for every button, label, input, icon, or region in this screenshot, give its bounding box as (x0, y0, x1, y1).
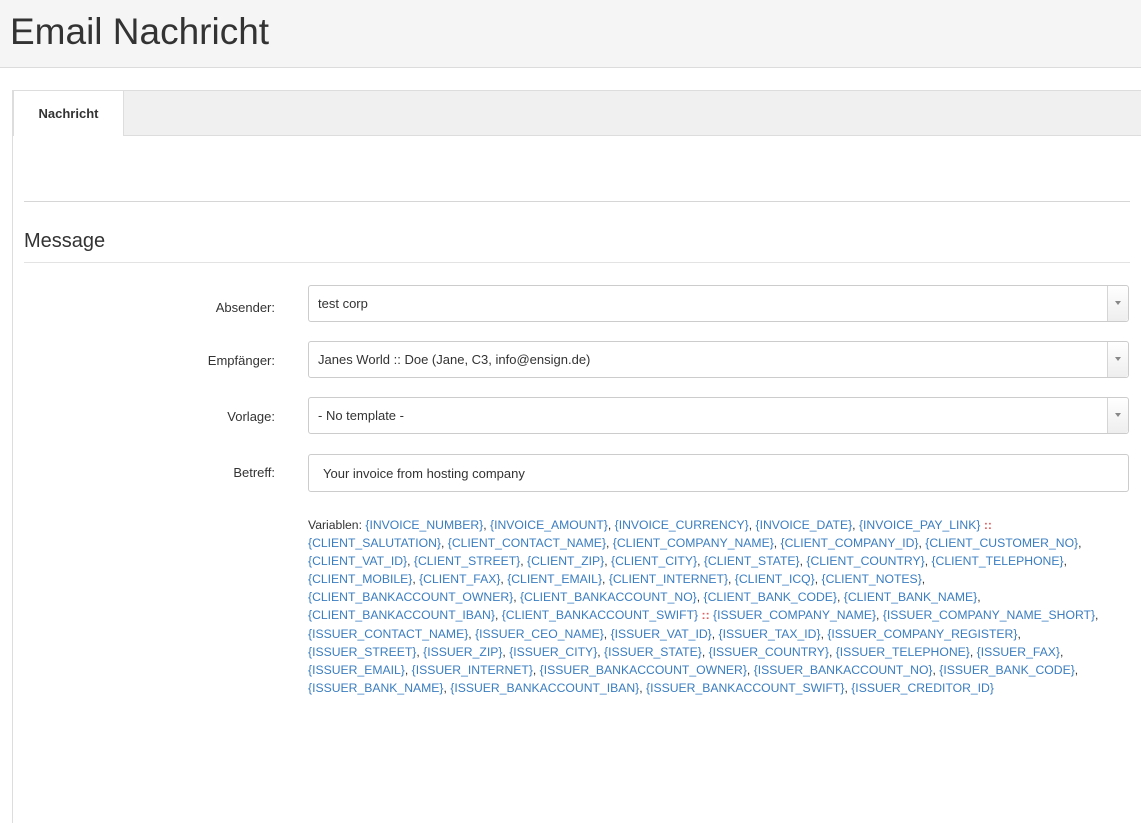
sender-dropdown-arrow[interactable] (1107, 286, 1128, 321)
variable-group-separator: :: (983, 518, 992, 532)
template-select-value: - No template - (318, 408, 404, 423)
variable-group-separator: :: (701, 608, 710, 623)
recipient-dropdown-arrow[interactable] (1107, 342, 1128, 377)
variable-token[interactable]: {ISSUER_CITY} (509, 645, 597, 659)
page-header: Email Nachricht (0, 0, 1141, 68)
variable-token[interactable]: {ISSUER_BANK_CODE} (939, 663, 1074, 677)
variable-token[interactable]: {ISSUER_STREET} (308, 645, 416, 659)
variable-token[interactable]: {ISSUER_CREDITOR_ID} (851, 681, 994, 695)
variable-token[interactable]: {ISSUER_COMPANY_REGISTER} (827, 627, 1017, 641)
variable-token[interactable]: {CLIENT_STATE} (704, 554, 800, 568)
variable-token[interactable]: {CLIENT_INTERNET} (609, 572, 728, 586)
variable-token[interactable]: {ISSUER_INTERNET} (412, 663, 533, 677)
variable-token[interactable]: {CLIENT_BANKACCOUNT_NO} (520, 590, 697, 604)
sender-select[interactable]: test corp (308, 285, 1129, 322)
section-divider (24, 262, 1130, 263)
recipient-select[interactable]: Janes World :: Doe (Jane, C3, info@ensig… (308, 341, 1129, 378)
variable-token[interactable]: {CLIENT_BANK_CODE} (704, 590, 837, 604)
variable-token[interactable]: {ISSUER_BANKACCOUNT_OWNER} (540, 663, 747, 677)
variable-token[interactable]: {CLIENT_TELEPHONE} (931, 554, 1063, 568)
sender-select-value: test corp (318, 296, 368, 311)
sender-label: Absender: (215, 300, 275, 315)
variable-token[interactable]: {ISSUER_COMPANY_NAME_SHORT} (883, 608, 1095, 622)
variable-token[interactable]: {ISSUER_EMAIL} (308, 663, 405, 677)
variable-token[interactable]: {ISSUER_BANKACCOUNT_NO} (754, 663, 933, 677)
subject-input[interactable] (308, 454, 1129, 492)
variables-label: Variablen: (308, 518, 366, 532)
variable-token[interactable]: {CLIENT_SALUTATION} (308, 536, 441, 550)
variable-token[interactable]: {INVOICE_DATE} (756, 518, 853, 532)
variable-token[interactable]: {INVOICE_PAY_LINK} (859, 518, 980, 532)
variable-token[interactable]: {CLIENT_FAX} (419, 572, 500, 586)
variable-token[interactable]: {INVOICE_AMOUNT} (490, 518, 608, 532)
variable-token[interactable]: {CLIENT_ZIP} (527, 554, 604, 568)
variable-token[interactable]: {CLIENT_COUNTRY} (806, 554, 924, 568)
subject-label: Betreff: (233, 465, 275, 480)
variable-token[interactable]: {CLIENT_STREET} (414, 554, 520, 568)
variable-token[interactable]: {CLIENT_BANKACCOUNT_SWIFT} (502, 608, 698, 622)
template-select[interactable]: - No template - (308, 397, 1129, 434)
variable-token[interactable]: {CLIENT_CONTACT_NAME} (448, 536, 606, 550)
variable-token[interactable]: {ISSUER_TELEPHONE} (836, 645, 970, 659)
variable-token[interactable]: {ISSUER_STATE} (604, 645, 702, 659)
variables-list: Variablen: {INVOICE_NUMBER}, {INVOICE_AM… (308, 518, 1099, 695)
chevron-down-icon (1115, 301, 1121, 305)
recipient-label: Empfänger: (207, 353, 275, 368)
variable-token[interactable]: {CLIENT_COMPANY_ID} (781, 536, 919, 550)
variable-token[interactable]: {CLIENT_MOBILE} (308, 572, 412, 586)
variable-token[interactable]: {ISSUER_CONTACT_NAME} (308, 627, 468, 641)
section-title: Message (24, 230, 106, 252)
variable-token[interactable]: {INVOICE_CURRENCY} (615, 518, 749, 532)
variable-token[interactable]: {ISSUER_VAT_ID} (611, 627, 712, 641)
variable-token[interactable]: {CLIENT_BANKACCOUNT_IBAN} (308, 608, 495, 622)
variable-token[interactable]: {ISSUER_COUNTRY} (709, 645, 829, 659)
variable-token[interactable]: {INVOICE_NUMBER} (365, 518, 483, 532)
variable-token[interactable]: {CLIENT_NOTES} (822, 572, 922, 586)
tab-nachricht[interactable]: Nachricht (13, 90, 124, 137)
variable-token[interactable]: {ISSUER_BANK_NAME} (308, 681, 443, 695)
variable-token[interactable]: {CLIENT_COMPANY_NAME} (613, 536, 774, 550)
variable-token[interactable]: {ISSUER_BANKACCOUNT_SWIFT} (646, 681, 844, 695)
template-label: Vorlage: (227, 409, 275, 424)
variable-token[interactable]: {ISSUER_BANKACCOUNT_IBAN} (450, 681, 639, 695)
recipient-select-value: Janes World :: Doe (Jane, C3, info@ensig… (318, 352, 591, 367)
email-message-page: Email Nachricht Nachricht Message Absend… (0, 0, 1141, 823)
tab-bar: Nachricht (12, 90, 1141, 137)
variable-token[interactable]: {ISSUER_TAX_ID} (719, 627, 821, 641)
page-title: Email Nachricht (10, 11, 270, 52)
variable-token[interactable]: {CLIENT_BANKACCOUNT_OWNER} (308, 590, 513, 604)
variable-token[interactable]: {CLIENT_VAT_ID} (308, 554, 407, 568)
variable-token[interactable]: {ISSUER_COMPANY_NAME} (713, 608, 876, 622)
chevron-down-icon (1115, 413, 1121, 417)
chevron-down-icon (1115, 357, 1121, 361)
variable-token[interactable]: {ISSUER_CEO_NAME} (475, 627, 604, 641)
divider (24, 201, 1130, 202)
variable-token[interactable]: {ISSUER_FAX} (977, 645, 1060, 659)
variable-token[interactable]: {CLIENT_CITY} (611, 554, 697, 568)
variable-token[interactable]: {CLIENT_CUSTOMER_NO} (925, 536, 1078, 550)
template-dropdown-arrow[interactable] (1107, 398, 1128, 433)
variable-token[interactable]: {ISSUER_ZIP} (423, 645, 502, 659)
variable-token[interactable]: {CLIENT_ICQ} (735, 572, 815, 586)
variable-token[interactable]: {CLIENT_BANK_NAME} (844, 590, 977, 604)
variable-token[interactable]: {CLIENT_EMAIL} (507, 572, 602, 586)
